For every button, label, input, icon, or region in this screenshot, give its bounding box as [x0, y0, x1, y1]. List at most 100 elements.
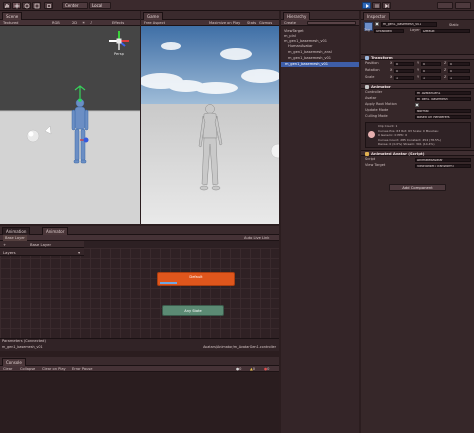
view-target-field[interactable]: ViewTarget (Transform): [415, 163, 471, 168]
parameters-label[interactable]: Parameters (Connected): [2, 339, 46, 343]
tab-animator-label: Animator: [46, 229, 65, 234]
avatar-row: Avatar m_gen1_basemesh: [365, 96, 472, 101]
play-icon: [365, 4, 369, 8]
tab-inspector-label: Inspector: [367, 14, 386, 19]
state-default[interactable]: Default: [157, 272, 235, 286]
console-collapse-toggle[interactable]: Collapse: [20, 366, 35, 372]
base-layer-label: Base Layer: [30, 242, 52, 247]
tag-layer-row: Tag Untagged Layer Default: [364, 28, 472, 33]
animated-avatar-section-header[interactable]: Animated Avatar (Script): [361, 150, 474, 156]
script-label: Script: [365, 157, 376, 161]
tag-label: Tag: [364, 28, 370, 32]
tab-animation[interactable]: Animation: [2, 227, 31, 235]
add-component-button[interactable]: Add Component: [389, 184, 446, 191]
animator-tabbar: Animation Animator: [0, 226, 279, 235]
scale-z-field[interactable]: 1: [448, 75, 470, 80]
hierarchy-item[interactable]: m_gen1_basemesh_v01: [288, 56, 331, 61]
avatar-label: Avatar: [365, 96, 377, 100]
hierarchy-item[interactable]: m_gen1_basemesh_ansl: [288, 50, 332, 55]
avatar-field[interactable]: m_gen1_basemesh: [415, 96, 471, 101]
state-any[interactable]: Any State: [162, 305, 224, 316]
layers-dropdown[interactable]: [437, 2, 453, 9]
tag-dropdown[interactable]: Untagged: [374, 28, 404, 33]
auto-live-link-toggle[interactable]: Auto Live Link: [244, 235, 269, 241]
rect-tool-icon: [46, 4, 51, 8]
layers-dropdown-icon[interactable]: ▾: [78, 249, 80, 256]
position-z-field[interactable]: 0: [448, 61, 470, 66]
rotation-z-field[interactable]: 0: [448, 68, 470, 73]
tab-animator[interactable]: Animator: [42, 227, 69, 235]
active-checkbox[interactable]: [375, 22, 379, 26]
step-icon: [384, 3, 389, 9]
hand-tool-button[interactable]: [3, 2, 11, 9]
script-field[interactable]: AnimatedAvatar: [415, 157, 471, 162]
play-button[interactable]: [362, 2, 371, 9]
scene-panel: Scene Textured RGB 2D ☀ ♪ Effects Persp: [0, 11, 140, 224]
controller-field[interactable]: m_AvatarGen1: [415, 90, 471, 95]
position-y-field[interactable]: 0: [421, 61, 441, 66]
info-count-toggle[interactable]: ●0: [236, 366, 241, 372]
animator-graph[interactable]: + Base Layer Layers ▾ Default Any State …: [0, 241, 279, 351]
base-layer-item[interactable]: + Base Layer: [0, 241, 84, 248]
update-mode-dropdown[interactable]: Normal: [415, 108, 471, 113]
scale-tool-button[interactable]: [32, 2, 41, 9]
info-icon: [368, 131, 375, 138]
rotation-y-field[interactable]: 0: [421, 68, 441, 73]
rotation-label: Rotation: [365, 68, 380, 72]
tab-hierarchy[interactable]: Hierarchy: [283, 12, 311, 20]
step-button[interactable]: [382, 2, 391, 9]
rotation-x-field[interactable]: 0: [394, 68, 414, 73]
space-label: Local: [92, 3, 103, 8]
inspector-tabbar: Inspector: [361, 11, 474, 20]
root-motion-checkbox[interactable]: [415, 102, 419, 107]
hierarchy-search-input[interactable]: [307, 21, 356, 25]
scene-orientation-gizmo[interactable]: [104, 28, 134, 54]
animator-object-label: m_gen1_basemesh_v01: [2, 345, 43, 349]
error-count-toggle[interactable]: ●0: [264, 366, 269, 372]
tab-game[interactable]: Game: [143, 12, 163, 20]
error-count: 0: [267, 367, 270, 371]
warning-count-toggle[interactable]: ▲0: [250, 366, 255, 372]
rotate-tool-button[interactable]: [22, 2, 31, 9]
pivot-center-toggle[interactable]: Center: [62, 2, 88, 9]
tab-scene[interactable]: Scene: [2, 12, 23, 20]
hierarchy-item-selected[interactable]: m_gen1_basemesh_v01: [281, 62, 359, 67]
scale-y-field[interactable]: 1: [421, 75, 441, 80]
static-toggle[interactable]: Static: [449, 23, 459, 27]
scene-viewport[interactable]: Persp: [0, 26, 140, 224]
position-x-field[interactable]: 0: [394, 61, 414, 66]
console-clear-button[interactable]: Clear: [3, 366, 12, 372]
warning-count: 0: [252, 367, 256, 371]
move-tool-button[interactable]: [12, 2, 21, 9]
perspective-label: Persp: [114, 52, 124, 56]
state-progress-bar: [160, 282, 177, 284]
move-icon: [14, 3, 19, 9]
game-viewport[interactable]: [141, 26, 279, 224]
object-name-field[interactable]: m_gen1_basemesh_v01: [381, 22, 437, 27]
hierarchy-toolbar: Create: [281, 20, 359, 26]
scale-x-field[interactable]: 1: [394, 75, 414, 80]
animator-section-header[interactable]: Animator: [361, 83, 474, 89]
rect-tool-button[interactable]: [44, 2, 53, 9]
update-mode-label: Update Mode: [365, 108, 389, 112]
layout-dropdown[interactable]: [455, 2, 471, 9]
create-dropdown[interactable]: Create: [284, 20, 296, 26]
pivot-space-toggle[interactable]: Local: [89, 2, 111, 9]
hierarchy-panel: Hierarchy Create ViewTarget m_plnl m_gen…: [281, 11, 359, 433]
hierarchy-item[interactable]: HumanAvatar: [288, 44, 313, 49]
tab-console[interactable]: Console: [2, 358, 26, 366]
position-row: Position X0 Y0 Z0: [365, 61, 472, 66]
console-error-pause-toggle[interactable]: Error Pause: [72, 366, 92, 372]
culling-mode-dropdown[interactable]: Based On Renderers: [415, 114, 471, 119]
tab-scene-label: Scene: [6, 14, 19, 19]
transform-section-header[interactable]: Transform: [361, 54, 474, 60]
console-toolbar: Clear Collapse Clear on Play Error Pause…: [0, 366, 279, 372]
layer-dropdown[interactable]: Default: [421, 28, 470, 33]
pause-icon: [375, 4, 378, 8]
tab-inspector[interactable]: Inspector: [363, 12, 390, 20]
game-render: [141, 26, 279, 224]
rotation-row: Rotation X0 Y0 Z0: [365, 68, 472, 73]
console-log-area[interactable]: [0, 373, 279, 433]
console-clear-on-play-toggle[interactable]: Clear on Play: [42, 366, 66, 372]
pause-button[interactable]: [372, 2, 381, 9]
